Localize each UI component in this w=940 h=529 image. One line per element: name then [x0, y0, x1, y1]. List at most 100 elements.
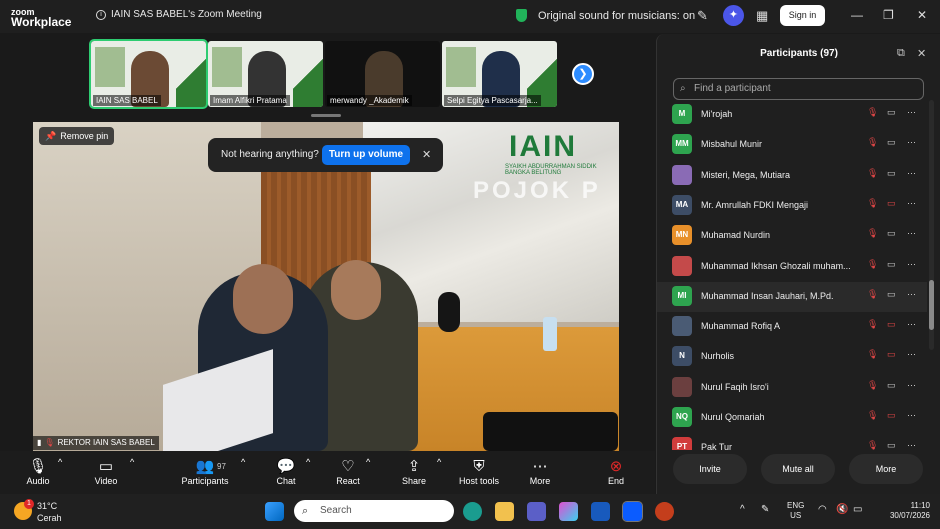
- camera-icon[interactable]: ▭: [887, 380, 896, 391]
- close-panel-icon[interactable]: ✕: [917, 47, 926, 60]
- pen-tray-icon[interactable]: ✎: [761, 504, 769, 515]
- share-button[interactable]: ⇪ Share: [400, 457, 428, 486]
- more-options-icon[interactable]: ⋯: [907, 319, 916, 330]
- camera-off-icon[interactable]: ▭: [887, 198, 896, 209]
- word-icon[interactable]: [591, 502, 610, 521]
- close-window-icon[interactable]: ✕: [917, 8, 927, 22]
- wifi-icon[interactable]: ◠: [818, 504, 827, 515]
- participant-row[interactable]: Nurul Faqih Isro'i 🎙 ▭ ⋯: [657, 373, 927, 403]
- pen-icon[interactable]: ✎: [697, 8, 708, 24]
- participant-row[interactable]: MI Muhammad Insan Jauhari, M.Pd. 🎙 ▭ ⋯: [657, 281, 927, 312]
- participant-row[interactable]: N Nurholis 🎙 ▭ ⋯: [657, 342, 927, 372]
- minimize-icon[interactable]: —: [851, 8, 863, 22]
- more-options-icon[interactable]: ⋯: [907, 228, 916, 239]
- restore-icon[interactable]: ❐: [883, 8, 894, 22]
- meeting-info[interactable]: i IAIN SAS BABEL's Zoom Meeting: [96, 9, 262, 20]
- participant-row[interactable]: MN Muhamad Nurdin 🎙 ▭ ⋯: [657, 221, 927, 251]
- mic-muted-icon[interactable]: 🎙: [867, 289, 878, 300]
- thumbnail[interactable]: Imam Alfikri Pratama: [208, 41, 323, 107]
- windows-start-icon[interactable]: [265, 502, 284, 521]
- more-options-icon[interactable]: ⋯: [907, 168, 916, 179]
- camera-icon[interactable]: ▭: [887, 168, 896, 179]
- camera-icon[interactable]: ▭: [887, 259, 896, 270]
- mic-muted-icon[interactable]: 🎙: [867, 198, 878, 209]
- audio-options-chevron-icon[interactable]: ^: [58, 457, 62, 467]
- more-button[interactable]: ⋯ More: [527, 457, 553, 486]
- scrollbar-thumb[interactable]: [929, 280, 934, 330]
- battery-icon[interactable]: ▭: [853, 504, 862, 515]
- more-options-icon[interactable]: ⋯: [907, 410, 916, 421]
- participant-row[interactable]: Muhammad Rofiq A 🎙 ▭ ⋯: [657, 312, 927, 342]
- more-options-icon[interactable]: ⋯: [907, 107, 916, 118]
- thumbnail[interactable]: merwandy _Akademik: [325, 41, 440, 107]
- more-options-icon[interactable]: ⋯: [907, 289, 916, 300]
- file-explorer-icon[interactable]: [495, 502, 514, 521]
- tray-overflow-chevron-icon[interactable]: ^: [740, 504, 745, 515]
- close-icon[interactable]: ✕: [422, 148, 431, 161]
- audio-button[interactable]: 🎙 Audio: [24, 457, 52, 486]
- end-button[interactable]: ⊗ End: [603, 457, 629, 486]
- participant-row[interactable]: Muhammad Ikhsan Ghozali muham... 🎙 ▭ ⋯: [657, 252, 927, 282]
- mic-muted-icon[interactable]: 🎙: [867, 259, 878, 270]
- system-clock[interactable]: 11:10 30/07/2026: [878, 501, 930, 521]
- thumbnail[interactable]: IAIN SAS BABEL: [89, 39, 208, 109]
- mic-muted-icon[interactable]: 🎙: [867, 319, 878, 330]
- camera-icon[interactable]: ▭: [887, 440, 896, 450]
- invite-button[interactable]: Invite: [673, 454, 747, 484]
- participants-options-chevron-icon[interactable]: ^: [241, 457, 245, 467]
- participant-row[interactable]: Misteri, Mega, Mutiara 🎙 ▭ ⋯: [657, 161, 927, 191]
- mic-muted-icon[interactable]: 🎙: [867, 440, 878, 450]
- panel-more-button[interactable]: More: [849, 454, 923, 484]
- participant-row[interactable]: MA Mr. Amrullah FDKI Mengaji 🎙 ▭ ⋯: [657, 191, 927, 221]
- mute-all-button[interactable]: Mute all: [761, 454, 835, 484]
- participant-row[interactable]: MM Misbahul Munir 🎙 ▭ ⋯: [657, 130, 927, 160]
- powerpoint-icon[interactable]: [655, 502, 674, 521]
- video-button[interactable]: ▭ Video: [92, 457, 120, 486]
- remove-pin-button[interactable]: 📌 Remove pin: [39, 127, 115, 145]
- original-sound-status[interactable]: Original sound for musicians: on: [538, 10, 695, 22]
- thumbnail[interactable]: Selpi Egitya Pascasarja...: [442, 41, 557, 107]
- mic-muted-icon[interactable]: 🎙: [867, 137, 878, 148]
- share-options-chevron-icon[interactable]: ^: [437, 457, 441, 467]
- camera-icon[interactable]: ▭: [887, 289, 896, 300]
- signin-button[interactable]: Sign in: [780, 5, 825, 26]
- ai-companion-icon[interactable]: ✦: [723, 5, 744, 26]
- more-options-icon[interactable]: ⋯: [907, 137, 916, 148]
- volume-muted-icon[interactable]: 🔇: [836, 504, 848, 515]
- popout-icon[interactable]: ⧉: [897, 47, 905, 60]
- camera-icon[interactable]: ▭: [887, 107, 896, 118]
- mic-muted-icon[interactable]: 🎙: [867, 349, 878, 360]
- more-options-icon[interactable]: ⋯: [907, 440, 916, 450]
- edge-icon[interactable]: [463, 502, 482, 521]
- mic-muted-icon[interactable]: 🎙: [867, 410, 878, 421]
- mic-muted-icon[interactable]: 🎙: [867, 228, 878, 239]
- mic-muted-icon[interactable]: 🎙: [867, 168, 878, 179]
- video-options-chevron-icon[interactable]: ^: [130, 457, 134, 467]
- mic-muted-icon[interactable]: 🎙: [867, 107, 878, 118]
- camera-off-icon[interactable]: ▭: [887, 319, 896, 330]
- react-button[interactable]: ♡ React: [335, 457, 361, 486]
- camera-off-icon[interactable]: ▭: [887, 349, 896, 360]
- apps-icon[interactable]: ▦: [756, 8, 768, 24]
- taskbar-search[interactable]: ⌕ Search: [294, 500, 454, 522]
- shield-icon[interactable]: [516, 9, 527, 22]
- host-tools-button[interactable]: ⛨ Host tools: [456, 457, 502, 486]
- participant-row[interactable]: M Mi'rojah 🎙 ▭ ⋯: [657, 100, 927, 130]
- camera-icon[interactable]: ▭: [887, 228, 896, 239]
- turn-up-volume-button[interactable]: Turn up volume: [322, 145, 410, 165]
- participant-search-input[interactable]: ⌕ Find a participant: [673, 78, 924, 100]
- chat-options-chevron-icon[interactable]: ^: [306, 457, 310, 467]
- chat-button[interactable]: 💬 Chat: [274, 457, 298, 486]
- camera-icon[interactable]: ▭: [887, 137, 896, 148]
- zoom-app-icon[interactable]: [622, 501, 643, 522]
- copilot-icon[interactable]: [559, 502, 578, 521]
- more-options-icon[interactable]: ⋯: [907, 380, 916, 391]
- more-options-icon[interactable]: ⋯: [907, 198, 916, 209]
- participant-row[interactable]: PT Pak Tur 🎙 ▭ ⋯: [657, 433, 927, 450]
- more-options-icon[interactable]: ⋯: [907, 259, 916, 270]
- mic-muted-icon[interactable]: 🎙: [867, 380, 878, 391]
- language-indicator[interactable]: ENG US: [787, 501, 804, 521]
- next-page-icon[interactable]: ❯: [572, 63, 594, 85]
- info-icon[interactable]: i: [96, 9, 106, 20]
- more-options-icon[interactable]: ⋯: [907, 349, 916, 360]
